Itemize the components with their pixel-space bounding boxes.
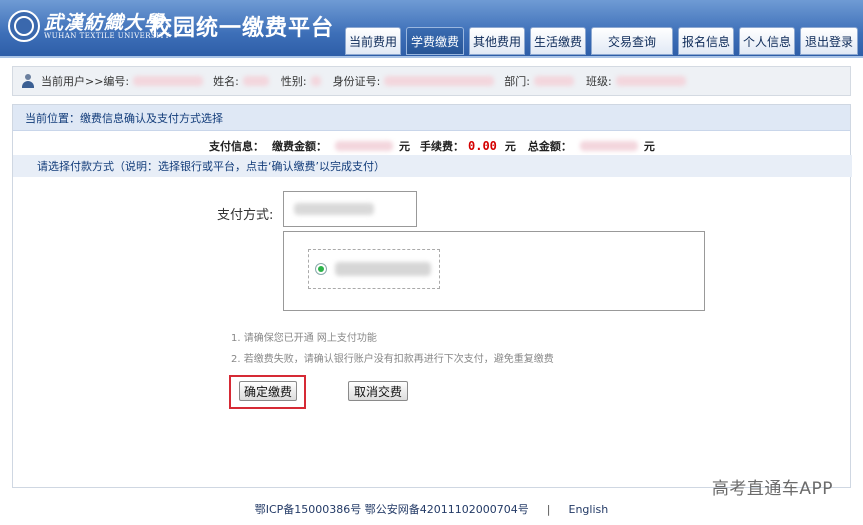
footer: 鄂ICP备15000386号 鄂公安网备42011102000704号 | En… (0, 498, 863, 520)
payment-panel: 当前位置：缴费信息确认及支付方式选择 支付信息： 缴费金额： 元 手续费： 0.… (12, 104, 852, 488)
redacted-method (294, 203, 374, 215)
redacted-total (579, 141, 638, 151)
nav-registration-info[interactable]: 报名信息 (678, 27, 734, 55)
pay-method-label: 支付方式: (217, 208, 274, 223)
user-info-bar: 当前用户>>编号: 姓名: 性别: 身份证号: 部门: 班级: (12, 66, 851, 96)
nav-transaction-query[interactable]: 交易查询 (591, 27, 673, 55)
redacted-value (534, 76, 575, 86)
university-logo-text: 武漢紡織大學 (44, 12, 165, 34)
breadcrumb: 当前位置：缴费信息确认及支付方式选择 (13, 105, 850, 131)
redacted-value (242, 76, 269, 86)
confirm-payment-button[interactable]: 确定缴费 (239, 381, 297, 401)
footer-separator: | (546, 502, 551, 516)
current-user-label: 当前用户>>编号: (41, 75, 130, 88)
pay-method-select[interactable] (283, 191, 417, 227)
payment-info-row: 支付信息： 缴费金额： 元 手续费： 0.00 元 总金额： 元 (13, 137, 852, 155)
class-label: 班级: (586, 75, 612, 88)
nav-other-fees[interactable]: 其他费用 (469, 27, 525, 55)
total-unit: 元 (643, 140, 655, 153)
fee-unit: 元 (504, 140, 516, 153)
payment-method-hint: 请选择付款方式（说明：选择银行或平台，点击‘确认缴费’以完成支付） (13, 155, 852, 177)
site-title: 校园统一缴费平台 (150, 16, 335, 41)
name-label: 姓名: (213, 75, 239, 88)
payment-info-label: 支付信息： (209, 140, 264, 153)
redacted-amount (335, 141, 393, 151)
payment-notes: 1. 请确保您已开通 网上支付功能 2. 若缴费失败，请确认银行账户没有扣款再进… (231, 328, 554, 370)
nav-tuition-payment[interactable]: 学费缴费 (406, 27, 464, 55)
user-icon (21, 74, 35, 88)
department-label: 部门: (504, 75, 531, 88)
header-banner: 武漢紡織大學 WUHAN TEXTILE UNIVERSITY 校园统一缴费平台… (0, 0, 863, 58)
nav-living-payment[interactable]: 生活缴费 (530, 27, 586, 55)
amount-label: 缴费金额： (272, 140, 327, 153)
nav-logout[interactable]: 退出登录 (800, 27, 858, 55)
redacted-value (615, 76, 686, 86)
bank-options-box (283, 231, 705, 311)
redacted-value (310, 76, 321, 86)
redacted-bank (335, 262, 431, 276)
watermark-text: 高考直通车APP (711, 479, 833, 499)
id-card-label: 身份证号: (332, 75, 381, 88)
gender-label: 性别: (280, 75, 307, 88)
amount-unit: 元 (399, 140, 410, 153)
fee-label: 手续费： (420, 140, 464, 153)
nav-current-fees[interactable]: 当前费用 (345, 27, 401, 55)
note-item: 2. 若缴费失败，请确认银行账户没有扣款再进行下次支付，避免重复缴费 (231, 354, 554, 365)
footer-icp: 鄂ICP备15000386号 鄂公安网备42011102000704号 (254, 503, 529, 516)
university-seal-icon (8, 10, 40, 42)
fee-value: 0.00 (468, 139, 497, 153)
redacted-value (133, 76, 204, 86)
footer-language-link[interactable]: English (569, 503, 609, 516)
redacted-value (384, 76, 495, 86)
cancel-payment-button[interactable]: 取消交费 (348, 381, 408, 401)
radio-selected-icon[interactable] (315, 263, 327, 275)
bank-option[interactable] (308, 249, 440, 289)
note-item: 1. 请确保您已开通 网上支付功能 (231, 333, 377, 344)
total-label: 总金额： (527, 140, 572, 153)
nav-personal-info[interactable]: 个人信息 (739, 27, 795, 55)
